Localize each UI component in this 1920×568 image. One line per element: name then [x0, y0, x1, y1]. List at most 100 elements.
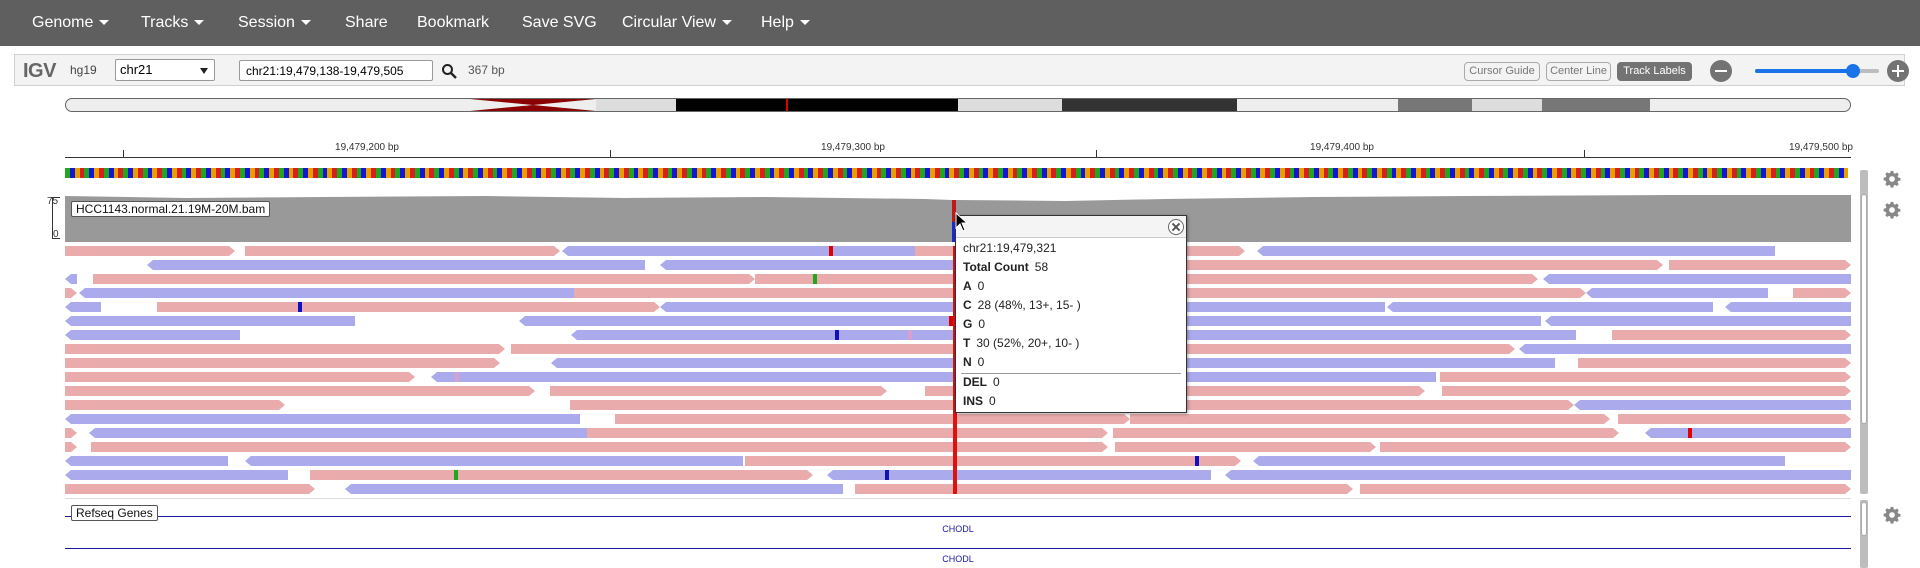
aligned-read[interactable] [79, 288, 574, 298]
sequence-settings-gear-icon[interactable] [1883, 170, 1901, 188]
alignment-track-label[interactable]: HCC1143.normal.21.19M-20M.bam [71, 201, 271, 217]
popup-titlebar[interactable] [956, 216, 1186, 238]
plus-icon-v [1897, 65, 1899, 77]
aligned-read[interactable] [65, 428, 77, 438]
chromosome-ideogram[interactable] [65, 98, 1851, 112]
aligned-read[interactable] [65, 372, 415, 382]
aligned-read[interactable] [147, 260, 645, 270]
aligned-read[interactable] [245, 246, 560, 256]
gene-feature[interactable] [65, 516, 1851, 517]
gene-scrollbar-thumb[interactable] [1861, 502, 1867, 536]
aligned-read[interactable] [65, 274, 77, 284]
cursor-guide-button[interactable]: Cursor Guide [1464, 62, 1540, 81]
mismatch-base [908, 330, 912, 340]
aligned-read[interactable] [89, 428, 587, 438]
aligned-read[interactable] [1113, 428, 1619, 438]
aligned-read[interactable] [1618, 414, 1851, 424]
popup-key: C [963, 298, 972, 312]
aligned-read[interactable] [1543, 274, 1851, 284]
aligned-read[interactable] [65, 344, 505, 354]
popup-value: 0 [989, 394, 996, 408]
aligned-read[interactable] [65, 386, 535, 396]
aligned-read[interactable] [615, 414, 1130, 424]
aligned-read[interactable] [65, 414, 580, 424]
aligned-read[interactable] [93, 274, 755, 284]
center-line-button[interactable]: Center Line [1546, 62, 1611, 81]
zoom-out-button[interactable] [1710, 60, 1732, 82]
alignment-scrollbar-thumb[interactable] [1861, 194, 1867, 424]
aligned-read[interactable] [1360, 484, 1851, 494]
gene-track-label[interactable]: Refseq Genes [71, 505, 158, 521]
aligned-read[interactable] [1793, 288, 1851, 298]
zoom-slider[interactable] [1755, 64, 1879, 78]
aligned-read[interactable] [587, 428, 1108, 438]
bookmark-button[interactable]: Bookmark [417, 0, 489, 46]
ideogram-current-region [786, 99, 788, 111]
aligned-read[interactable] [65, 456, 228, 466]
aligned-read[interactable] [65, 246, 235, 256]
aligned-read[interactable] [550, 386, 887, 396]
zoom-slider-handle[interactable] [1846, 64, 1860, 78]
aligned-read[interactable] [157, 302, 660, 312]
aligned-read[interactable] [1253, 456, 1785, 466]
aligned-read[interactable] [562, 246, 915, 256]
aligned-read[interactable] [65, 330, 240, 340]
alignment-settings-gear-icon[interactable] [1883, 201, 1901, 219]
aligned-read[interactable] [660, 260, 955, 270]
aligned-read[interactable] [1225, 470, 1851, 480]
aligned-read[interactable] [1442, 386, 1851, 396]
aligned-read[interactable] [1380, 442, 1851, 452]
aligned-read[interactable] [1574, 400, 1851, 410]
help-menu[interactable]: Help [761, 0, 810, 46]
zoom-in-button[interactable] [1887, 60, 1909, 82]
aligned-read[interactable] [65, 316, 355, 326]
gene-feature[interactable] [65, 548, 1851, 549]
gene-label: CHODL [942, 524, 974, 534]
aligned-read[interactable] [1130, 414, 1610, 424]
aligned-read[interactable] [1586, 288, 1768, 298]
aligned-read[interactable] [245, 456, 743, 466]
aligned-read[interactable] [1578, 358, 1851, 368]
aligned-read[interactable] [1115, 442, 1376, 452]
save-svg-button[interactable]: Save SVG [522, 0, 597, 46]
aligned-read[interactable] [1612, 330, 1851, 340]
locus-input[interactable]: chr21:19,479,138-19,479,505 [239, 60, 433, 81]
aligned-read[interactable] [65, 288, 77, 298]
aligned-read[interactable] [65, 484, 315, 494]
tracks-menu[interactable]: Tracks [141, 0, 205, 46]
aligned-read[interactable] [65, 358, 500, 368]
aligned-read[interactable] [65, 470, 288, 480]
aligned-read[interactable] [310, 470, 813, 480]
aligned-read[interactable] [65, 302, 101, 312]
aligned-read[interactable] [855, 484, 1353, 494]
aligned-read[interactable] [1519, 344, 1851, 354]
ideogram-band [676, 99, 958, 111]
aligned-read[interactable] [1669, 260, 1851, 270]
aligned-read[interactable] [745, 456, 1241, 466]
close-icon[interactable] [1168, 219, 1184, 235]
aligned-read[interactable] [1387, 302, 1713, 312]
aligned-read[interactable] [65, 442, 77, 452]
popup-key: G [963, 317, 973, 331]
aligned-read[interactable] [1440, 372, 1851, 382]
aligned-read[interactable] [345, 484, 843, 494]
alignment-scrollbar[interactable] [1860, 170, 1868, 494]
minus-icon [1715, 70, 1727, 72]
gene-scrollbar[interactable] [1860, 500, 1868, 568]
aligned-read[interactable] [1645, 428, 1851, 438]
aligned-read[interactable] [431, 372, 1436, 382]
mismatch-base [455, 372, 459, 382]
track-labels-button[interactable]: Track Labels [1617, 62, 1692, 81]
aligned-read[interactable] [1725, 302, 1851, 312]
share-button[interactable]: Share [345, 0, 388, 46]
aligned-read[interactable] [65, 400, 285, 410]
aligned-read[interactable] [1257, 246, 1775, 256]
genome-menu[interactable]: Genome [32, 0, 110, 46]
aligned-read[interactable] [1545, 316, 1851, 326]
chromosome-select[interactable]: chr21 [115, 59, 215, 81]
session-menu[interactable]: Session [238, 0, 311, 46]
coverage-min: 0 [53, 229, 59, 240]
gene-settings-gear-icon[interactable] [1883, 506, 1901, 524]
search-icon[interactable] [441, 63, 457, 79]
circular-view-menu[interactable]: Circular View [622, 0, 732, 46]
